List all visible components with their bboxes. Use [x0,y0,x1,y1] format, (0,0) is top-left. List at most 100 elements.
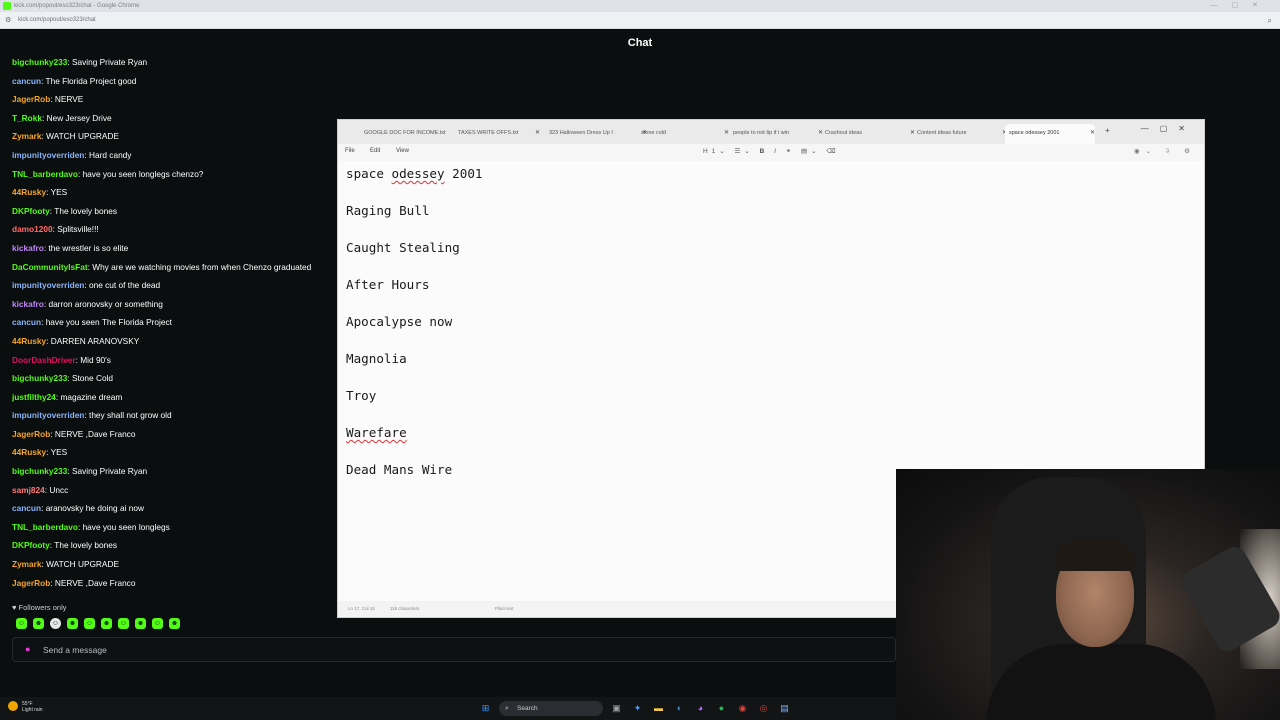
site-info-icon[interactable]: ⚙ [5,12,11,29]
close-tab-icon[interactable]: ✕ [535,126,540,140]
spotify-icon[interactable]: ● [714,701,729,716]
chat-username[interactable]: JagerRob [12,578,50,588]
chat-username[interactable]: kickafro [12,243,44,253]
notepad-tab[interactable]: 323 Halloween Dress Up I ✕ [549,126,647,140]
taskbar-icons: ⊞ ⌕ Search ▣ ✦ ▬ ◐ ◕ ● ◉ ◎ ▤ [478,701,792,716]
windows-taskbar: 55°F Light rain ⊞ ⌕ Search ▣ ✦ ▬ ◐ ◕ ● ◉ ◎… [0,697,896,720]
notepad-tab[interactable]: Crashout ideas ✕ [825,126,915,140]
windows-start-icon[interactable]: ⊞ [478,701,493,716]
chat-message-text: New Jersey Drive [46,112,112,123]
file-explorer-icon[interactable]: ▬ [651,701,666,716]
chat-input-box[interactable]: ● [12,637,896,662]
notepad-app-icon[interactable]: ▤ [777,701,792,716]
chat-username[interactable]: impunityoverriden [12,280,84,290]
chat-message: cancun: The Florida Project good [12,74,342,93]
emote-icon[interactable]: ☻ [169,618,180,629]
emote-icon[interactable]: ☻ [101,618,112,629]
misspelled-word[interactable]: Warefare [346,425,407,440]
chat-username[interactable]: samj824 [12,485,45,495]
menu-file[interactable]: File [345,148,355,154]
emote-icon[interactable]: ☺ [118,618,129,629]
chat-username[interactable]: bigchunky233 [12,373,67,383]
chat-username[interactable]: kickafro [12,299,44,309]
notepad-line: space odessey 2001 [346,166,483,181]
chat-username[interactable]: bigchunky233 [12,57,67,67]
chat-message-text: aranovsky he doing ai now [45,503,144,514]
obs-icon[interactable]: ◎ [756,701,771,716]
chat-message-text: Saving Private Ryan [71,466,148,477]
emote-icon[interactable]: ☺ [50,618,61,629]
notepad-tab[interactable]: TAXES WRITE OFFS.txt ✕ [458,126,540,140]
discord-icon[interactable]: ◕ [693,701,708,716]
chat-message-text: Mid 90's [80,354,111,365]
emote-icon[interactable]: ☻ [67,618,78,629]
chat-message-text: YES [50,187,68,198]
chat-username[interactable]: TNL_barberdavo [12,169,78,179]
microphone-icon[interactable]: ● [25,644,32,655]
close-tab-icon[interactable]: ✕ [724,126,729,140]
chat-username[interactable]: justfilthy24 [12,392,56,402]
chat-username[interactable]: impunityoverriden [12,150,84,160]
address-bar[interactable]: ⚙ kick.com/popout/eso323/chat ⌕ [0,12,1280,29]
close-tab-icon[interactable]: ✕ [818,126,823,140]
notepad-window-controls[interactable]: —▢✕ [1141,124,1196,133]
chat-username[interactable]: bigchunky233 [12,466,67,476]
zoom-icon[interactable]: ⌕ [1268,12,1272,29]
emote-icon[interactable]: ☻ [135,618,146,629]
chat-username[interactable]: cancun [12,503,41,513]
taskbar-search[interactable]: ⌕ Search [499,701,603,716]
settings-icons[interactable]: ◉⌄ ⇩ ⚙ [1134,147,1196,155]
close-tab-icon[interactable]: ✕ [910,126,915,140]
chrome-icon[interactable]: ◉ [735,701,750,716]
notepad-tab[interactable]: stone cold ✕ [641,126,729,140]
chat-username[interactable]: JagerRob [12,94,50,104]
misspelled-word[interactable]: odessey [392,166,445,181]
chat-username[interactable]: Zymark [12,559,42,569]
chat-username[interactable]: DaCommunityIsFat [12,262,88,272]
chat-message-text: darron aronovsky or something [48,298,163,309]
emote-icon[interactable]: ☻ [33,618,44,629]
emote-icon[interactable]: ☺ [152,618,163,629]
chat-message-text: NERVE ,Dave Franco [54,428,136,439]
chat-username[interactable]: 44Rusky [12,447,46,457]
chat-username[interactable]: DoorDashDriver [12,355,76,365]
chat-username[interactable]: 44Rusky [12,336,46,346]
chat-message: JagerRob: NERVE [12,92,342,111]
followers-only-indicator: ♥ Followers only [12,603,66,612]
chat-username[interactable]: cancun [12,76,41,86]
emote-icon[interactable]: ☺ [16,618,27,629]
chat-message: 44Rusky: DARREN ARANOVSKY [12,334,342,353]
url-text[interactable]: kick.com/popout/eso323/chat [18,17,96,23]
chat-message: cancun: have you seen The Florida Projec… [12,315,342,334]
edge-browser-icon[interactable]: ◐ [672,701,687,716]
window-controls[interactable]: —▢✕ [1211,0,1272,12]
emote-icon[interactable]: ☺ [84,618,95,629]
menu-edit[interactable]: Edit [370,148,380,154]
chat-username[interactable]: cancun [12,317,41,327]
chat-message-text: one cut of the dead [89,280,161,291]
chat-username[interactable]: impunityoverriden [12,410,84,420]
close-tab-icon[interactable]: ✕ [1090,124,1095,142]
copilot-icon[interactable]: ✦ [630,701,645,716]
chat-username[interactable]: TNL_barberdavo [12,522,78,532]
notepad-text-area[interactable]: space odessey 2001 Raging Bull Caught Stea… [346,165,1186,498]
formatting-toolbar[interactable]: H1⌄ ☰⌄ B I ⚭ ▤⌄ ⌫ [703,147,840,155]
menu-view[interactable]: View [396,148,409,154]
task-view-icon[interactable]: ▣ [609,701,624,716]
chat-message: bigchunky233: Stone Cold [12,371,342,390]
chat-username[interactable]: DKPfooty [12,540,50,550]
chat-message-text: NERVE [54,94,84,105]
notepad-tab-active[interactable]: space odessey 2001 ✕ [1005,124,1095,144]
notepad-tab[interactable]: Content ideas future✕ [917,126,1007,140]
chat-message: damo1200: Splitsville!!! [12,222,342,241]
chat-username[interactable]: T_Rokk [12,113,42,123]
chat-username[interactable]: 44Rusky [12,187,46,197]
chat-username[interactable]: DKPfooty [12,206,50,216]
notepad-tab[interactable]: people to not tip if i win ✕ [733,126,823,140]
chat-username[interactable]: Zymark [12,131,42,141]
send-message-input[interactable] [43,642,643,658]
chat-message-text: WATCH UPGRADE [46,559,119,570]
new-tab-button[interactable]: + [1105,126,1110,135]
chat-username[interactable]: damo1200 [12,224,53,234]
chat-username[interactable]: JagerRob [12,429,50,439]
